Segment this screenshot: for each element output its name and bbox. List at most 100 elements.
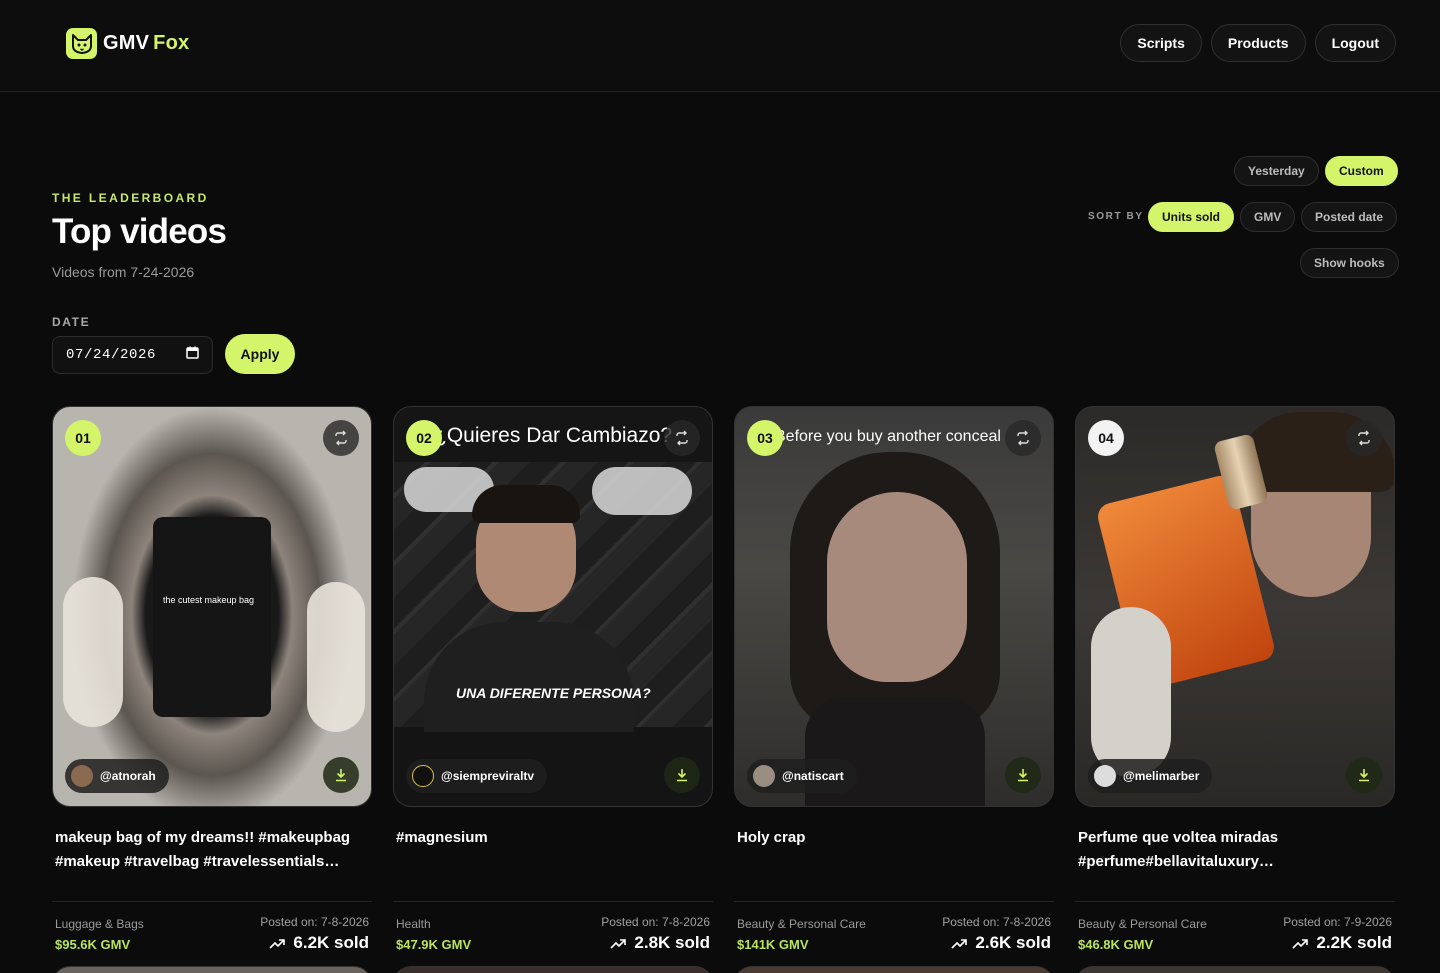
logo[interactable]: GMV Fox — [66, 28, 189, 59]
trending-up-icon — [269, 939, 286, 949]
repeat-icon[interactable] — [323, 420, 359, 456]
units-sold: 2.8K sold — [610, 933, 710, 953]
posted-date: Posted on: 7-8-2026 — [601, 915, 710, 929]
repeat-icon[interactable] — [664, 420, 700, 456]
range-custom-button[interactable]: Custom — [1325, 156, 1398, 186]
rank-badge: 02 — [406, 420, 442, 456]
gmv-value: $95.6K GMV — [55, 937, 131, 952]
creator-chip[interactable]: @melimarber — [1088, 759, 1213, 793]
date-input-value: 07/24/2026 — [66, 347, 157, 363]
repeat-icon[interactable] — [1005, 420, 1041, 456]
download-icon[interactable] — [1005, 757, 1041, 793]
video-card[interactable]: ¿Quieres Dar Cambiazo? UNA DIFERENTE PER… — [393, 406, 713, 952]
range-yesterday-button[interactable]: Yesterday — [1234, 156, 1319, 186]
video-thumbnail[interactable]: 04 @melimarber — [1075, 406, 1395, 807]
avatar — [1094, 765, 1116, 787]
units-sold-value: 2.2K sold — [1316, 933, 1392, 952]
category: Luggage & Bags — [55, 917, 144, 931]
nav-scripts-button[interactable]: Scripts — [1120, 24, 1202, 62]
apply-button[interactable]: Apply — [225, 334, 295, 374]
logo-word-gmv: GMV — [103, 32, 150, 54]
video-overlay-text: the cutest makeup bag — [163, 595, 255, 605]
nav-products-button[interactable]: Products — [1210, 24, 1306, 62]
download-icon[interactable] — [323, 757, 359, 793]
sort-units-sold-button[interactable]: Units sold — [1148, 202, 1235, 232]
video-thumbnail[interactable]: Before you buy another conceal 03 @natis… — [734, 406, 1054, 807]
video-overlay-caption: UNA DIFERENTE PERSONA? — [456, 685, 651, 701]
creator-handle: @melimarber — [1123, 769, 1200, 783]
download-icon[interactable] — [1346, 757, 1382, 793]
cloud-right — [592, 467, 692, 515]
page-subtitle: Videos from 7-24-2026 — [52, 264, 195, 280]
video-card-next[interactable] — [734, 966, 1054, 973]
gmv-value: $47.9K GMV — [396, 937, 472, 952]
video-thumbnail[interactable]: the cutest makeup bag 01 @atnorah — [52, 406, 372, 807]
person-face — [827, 492, 967, 682]
units-sold-value: 2.8K sold — [634, 933, 710, 952]
avatar — [412, 765, 434, 787]
sort-gmv-button[interactable]: GMV — [1240, 202, 1296, 232]
units-sold-value: 2.6K sold — [975, 933, 1051, 952]
avatar — [71, 765, 93, 787]
gloved-hand — [1091, 607, 1171, 777]
logo-text: GMV Fox — [103, 32, 189, 55]
download-icon[interactable] — [664, 757, 700, 793]
date-input[interactable]: 07/24/2026 — [52, 336, 213, 374]
logout-button[interactable]: Logout — [1314, 24, 1396, 62]
video-overlay-text: ¿Quieres Dar Cambiazo? — [434, 424, 673, 447]
video-card-next[interactable] — [1075, 966, 1395, 973]
avatar — [753, 765, 775, 787]
repeat-icon[interactable] — [1346, 420, 1382, 456]
video-thumbnail[interactable]: ¿Quieres Dar Cambiazo? UNA DIFERENTE PER… — [393, 406, 713, 807]
person-shirt — [424, 622, 634, 732]
creator-handle: @natiscart — [782, 769, 844, 783]
video-meta: Health $47.9K GMV Posted on: 7-8-2026 2.… — [393, 902, 713, 952]
posted-date: Posted on: 7-8-2026 — [260, 915, 369, 929]
gmv-value: $141K GMV — [737, 937, 809, 952]
calendar-icon[interactable] — [186, 346, 199, 364]
video-description: #magnesium — [396, 829, 488, 846]
video-overlay-text: Before you buy another conceal — [775, 428, 1001, 445]
video-description: makeup bag of my dreams!! #makeupbag #ma… — [55, 829, 351, 870]
video-meta: Luggage & Bags $95.6K GMV Posted on: 7-8… — [52, 902, 372, 952]
creator-chip[interactable]: @natiscart — [747, 759, 857, 793]
page-title: Top videos — [52, 212, 227, 251]
date-label: DATE — [52, 315, 91, 329]
trending-up-icon — [1292, 939, 1309, 949]
eyebrow: THE LEADERBOARD — [52, 191, 209, 205]
video-description: Perfume que voltea miradas #perfume#bell… — [1078, 829, 1279, 870]
person-hair — [472, 485, 580, 523]
top-bar: GMV Fox Scripts Products Logout — [0, 0, 1440, 92]
video-card-next[interactable] — [52, 966, 372, 973]
units-sold: 2.6K sold — [951, 933, 1051, 953]
posted-date: Posted on: 7-8-2026 — [942, 915, 1051, 929]
sort-posted-date-button[interactable]: Posted date — [1301, 202, 1398, 232]
units-sold: 2.2K sold — [1292, 933, 1392, 953]
video-card[interactable]: 04 @melimarber Perfume que voltea mirada… — [1075, 406, 1395, 952]
main-nav: Scripts Products Logout — [1120, 24, 1396, 62]
video-card[interactable]: the cutest makeup bag 01 @atnorah makeup… — [52, 406, 372, 952]
video-meta: Beauty & Personal Care $141K GMV Posted … — [734, 902, 1054, 952]
posted-date: Posted on: 7-9-2026 — [1283, 915, 1392, 929]
video-meta: Beauty & Personal Care $46.8K GMV Posted… — [1075, 902, 1395, 952]
units-sold: 6.2K sold — [269, 933, 369, 953]
logo-word-fox: Fox — [153, 32, 190, 54]
show-hooks-button[interactable]: Show hooks — [1300, 248, 1399, 278]
creator-chip[interactable]: @siempreviraltv — [406, 759, 548, 793]
rank-badge: 03 — [747, 420, 783, 456]
category: Beauty & Personal Care — [737, 917, 866, 931]
sort-by-label: SORT BY — [1088, 211, 1144, 222]
video-card[interactable]: Before you buy another conceal 03 @natis… — [734, 406, 1054, 952]
trending-up-icon — [951, 939, 968, 949]
hand-left — [63, 577, 123, 727]
video-card-next[interactable] — [393, 966, 713, 973]
rank-badge: 04 — [1088, 420, 1124, 456]
rank-badge: 01 — [65, 420, 101, 456]
creator-handle: @atnorah — [100, 769, 156, 783]
creator-handle: @siempreviraltv — [441, 769, 535, 783]
hand-right — [307, 582, 365, 732]
creator-chip[interactable]: @atnorah — [65, 759, 169, 793]
video-description: Holy crap — [737, 829, 806, 846]
bag-interior — [153, 517, 271, 717]
category: Health — [396, 917, 431, 931]
